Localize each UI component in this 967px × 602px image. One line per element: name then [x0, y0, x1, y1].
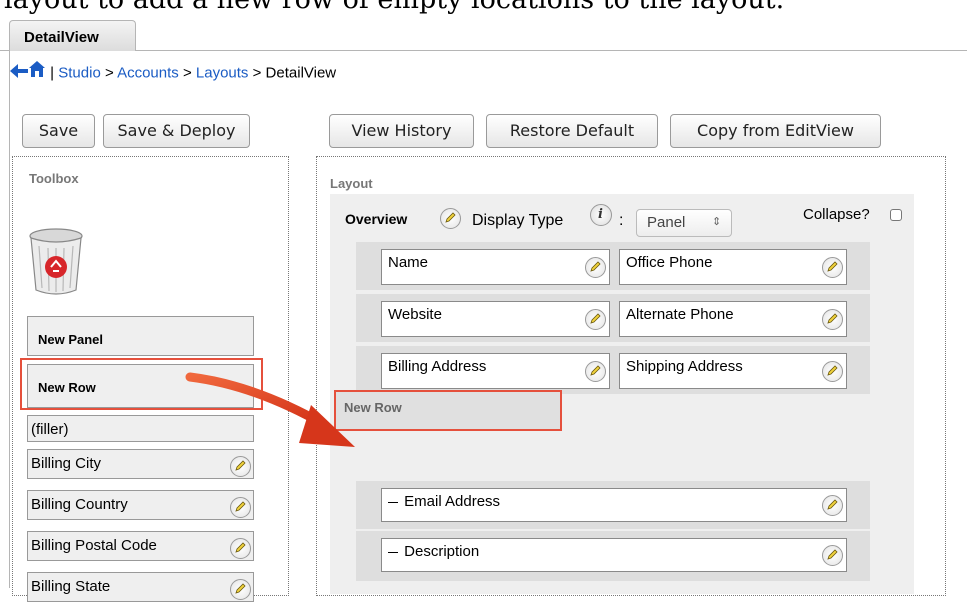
breadcrumb-arrow: >	[252, 64, 262, 82]
field-name[interactable]: Name	[381, 249, 610, 285]
toolbox-title: Toolbox	[29, 171, 79, 186]
billing-state-label: Billing State	[31, 578, 111, 595]
filler-label: (filler)	[31, 421, 69, 438]
field-label: Description	[404, 543, 480, 560]
field-label: Website	[388, 306, 442, 323]
restore-default-button[interactable]: Restore Default	[486, 114, 658, 148]
toolbox-billing-postal-code[interactable]: Billing Postal Code	[27, 531, 254, 561]
field-office-phone[interactable]: Office Phone	[619, 249, 847, 285]
billing-country-label: Billing Country	[31, 496, 128, 513]
pencil-edit-icon[interactable]	[585, 309, 606, 330]
display-type-value: Panel	[647, 214, 686, 231]
pencil-edit-icon[interactable]	[585, 361, 606, 382]
breadcrumb-arrow: >	[104, 64, 114, 82]
breadcrumb-current: DetailView	[265, 64, 337, 82]
breadcrumb-layouts[interactable]: Layouts	[196, 64, 249, 81]
field-description[interactable]: Description	[381, 538, 847, 572]
breadcrumb-studio[interactable]: Studio	[58, 64, 101, 81]
field-alternate-phone[interactable]: Alternate Phone	[619, 301, 847, 337]
pencil-edit-icon[interactable]	[585, 257, 606, 278]
select-arrows-icon: ⇕	[712, 216, 722, 228]
breadcrumb-separator: |	[50, 64, 55, 82]
breadcrumb: | Studio > Accounts > Layouts > DetailVi…	[10, 60, 336, 86]
billing-postal-code-label: Billing Postal Code	[31, 537, 157, 554]
display-type-label: Display Type	[472, 212, 564, 229]
collapse-minus-icon[interactable]	[388, 501, 398, 503]
breadcrumb-arrow: >	[182, 64, 192, 82]
panel-name: Overview	[345, 211, 408, 227]
pencil-edit-icon[interactable]	[230, 497, 251, 518]
collapse-minus-icon[interactable]	[388, 551, 398, 553]
field-billing-address[interactable]: Billing Address	[381, 353, 610, 389]
billing-city-label: Billing City	[31, 455, 102, 472]
field-label: Name	[388, 254, 429, 271]
pencil-edit-icon[interactable]	[230, 538, 251, 559]
copy-from-editview-button[interactable]: Copy from EditView	[670, 114, 881, 148]
tab-detailview[interactable]: DetailView	[9, 20, 136, 51]
layout-title: Layout	[330, 176, 373, 191]
tab-baseline	[0, 50, 967, 51]
new-panel-label: New Panel	[38, 332, 104, 347]
save-button[interactable]: Save	[22, 114, 95, 148]
pencil-edit-icon[interactable]	[822, 361, 843, 382]
field-label: Email Address	[404, 493, 501, 510]
field-label: Alternate Phone	[626, 306, 734, 323]
field-website[interactable]: Website	[381, 301, 610, 337]
view-history-button[interactable]: View History	[329, 114, 474, 148]
drag-arrow-icon	[185, 372, 355, 447]
recycle-bin-icon[interactable]	[27, 228, 85, 296]
collapse-label: Collapse?	[803, 206, 870, 223]
field-label: Office Phone	[626, 254, 713, 271]
page-caption: layout to add a new row of empty locatio…	[4, 0, 964, 17]
pencil-edit-icon[interactable]	[822, 495, 843, 516]
pencil-edit-icon[interactable]	[822, 309, 843, 330]
back-arrow-icon[interactable]	[10, 61, 28, 87]
field-label: Shipping Address	[626, 358, 743, 375]
pencil-edit-icon[interactable]	[440, 208, 461, 229]
collapse-checkbox[interactable]	[890, 209, 902, 221]
display-type-select[interactable]: Panel ⇕	[636, 209, 732, 237]
breadcrumb-accounts[interactable]: Accounts	[117, 64, 179, 81]
pencil-edit-icon[interactable]	[822, 257, 843, 278]
home-icon[interactable]	[28, 60, 46, 87]
toolbox-billing-country[interactable]: Billing Country	[27, 490, 254, 520]
content-border	[9, 50, 10, 588]
toolbox-billing-state[interactable]: Billing State	[27, 572, 254, 602]
pencil-edit-icon[interactable]	[822, 545, 843, 566]
field-shipping-address[interactable]: Shipping Address	[619, 353, 847, 389]
save-deploy-button[interactable]: Save & Deploy	[103, 114, 250, 148]
toolbox-new-panel[interactable]: New Panel	[27, 316, 254, 356]
display-type-colon: :	[619, 212, 624, 229]
field-label: Billing Address	[388, 358, 487, 375]
field-email-address[interactable]: Email Address	[381, 488, 847, 522]
info-icon[interactable]: i	[590, 204, 612, 226]
pencil-edit-icon[interactable]	[230, 579, 251, 600]
